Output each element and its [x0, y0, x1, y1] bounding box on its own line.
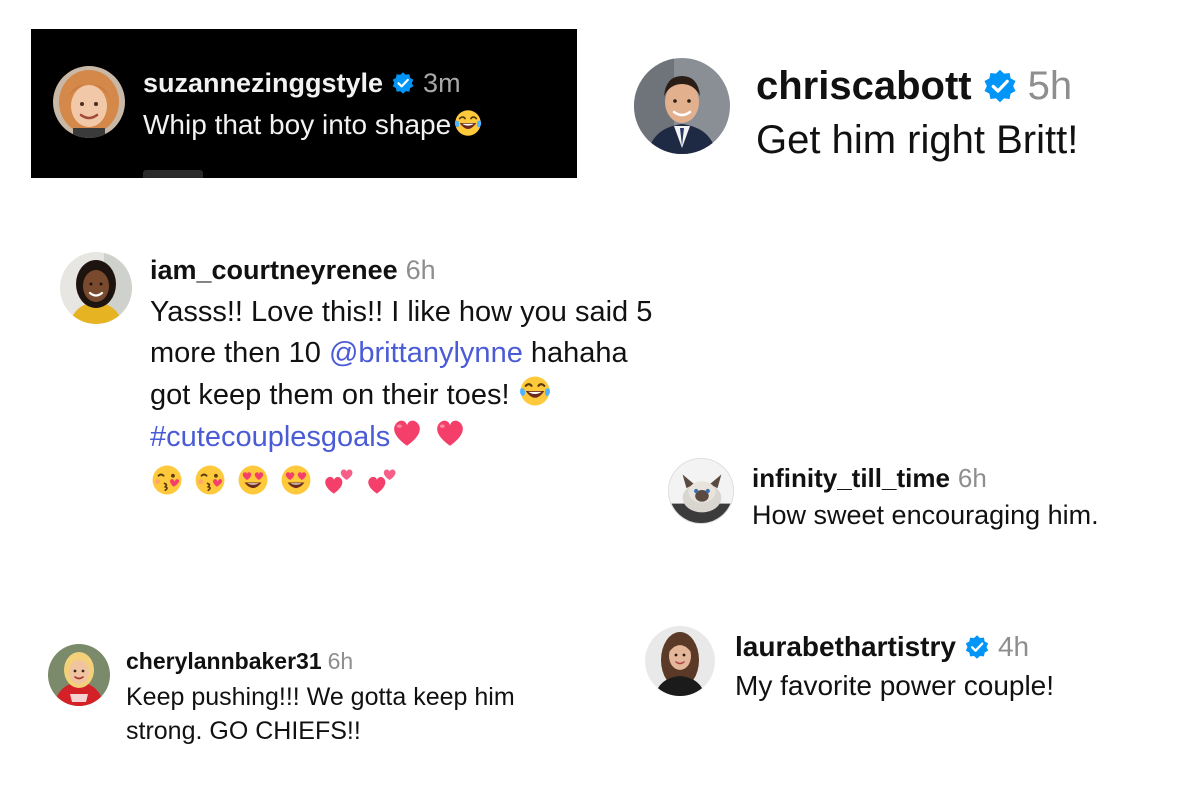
comment-text: Keep pushing!!! We gotta keep him strong…: [126, 683, 515, 745]
heart-icon: [390, 416, 424, 450]
laughing-tears-icon: [518, 374, 552, 408]
two-hearts-icon: [322, 463, 356, 497]
timestamp[interactable]: 3m: [423, 68, 461, 99]
heart-eyes-icon: [236, 463, 270, 497]
reply-link-faded: [143, 170, 203, 178]
comment-cherylannbaker31: cherylannbaker31 6h Keep pushing!!! We g…: [48, 644, 566, 748]
comment-laurabethartistry: laurabethartistry 4h My favorite power c…: [645, 626, 1054, 702]
comment-text: How sweet encouraging him.: [752, 500, 1099, 530]
avatar[interactable]: [645, 626, 715, 696]
comment-chriscabott: chriscabott 5h Get him right Britt!: [634, 58, 1078, 163]
username[interactable]: infinity_till_time: [752, 463, 950, 494]
profile-photo-icon: [634, 58, 730, 154]
dark-comment-card: suzannezinggstyle 3m Whip that boy into …: [31, 29, 577, 178]
two-hearts-icon: [365, 463, 399, 497]
avatar[interactable]: [634, 58, 730, 154]
heart-icon: [433, 416, 467, 450]
avatar[interactable]: [60, 252, 132, 324]
kissing-face-icon: [193, 463, 227, 497]
avatar[interactable]: [53, 66, 125, 138]
profile-photo-icon: [48, 644, 110, 706]
profile-photo-icon: [53, 66, 125, 138]
timestamp[interactable]: 4h: [998, 631, 1029, 663]
comment-infinity-till-time: infinity_till_time 6h How sweet encourag…: [668, 458, 1099, 531]
laughing-tears-icon: [453, 108, 483, 138]
username[interactable]: iam_courtneyrenee: [150, 255, 398, 286]
avatar[interactable]: [48, 644, 110, 706]
username[interactable]: cherylannbaker31: [126, 648, 322, 675]
comment-text: My favorite power couple!: [735, 670, 1055, 701]
mention-link[interactable]: @brittanylynne: [329, 337, 523, 369]
timestamp[interactable]: 6h: [958, 463, 987, 494]
heart-eyes-icon: [279, 463, 313, 497]
username[interactable]: laurabethartistry: [735, 631, 956, 663]
username[interactable]: suzannezinggstyle: [143, 68, 383, 99]
timestamp[interactable]: 6h: [328, 648, 354, 675]
profile-photo-icon: [645, 626, 715, 696]
comment-text: Yasss!! Love this!! I like how you said …: [150, 292, 670, 500]
emoji-row: [150, 460, 670, 500]
profile-photo-icon: [669, 459, 733, 523]
username[interactable]: chriscabott: [756, 64, 972, 109]
avatar[interactable]: [668, 458, 734, 524]
verified-badge-icon: [964, 634, 990, 660]
timestamp[interactable]: 5h: [1028, 64, 1073, 109]
timestamp[interactable]: 6h: [406, 255, 436, 286]
verified-badge-icon: [391, 71, 415, 95]
comment-suzannezinggstyle: suzannezinggstyle 3m Whip that boy into …: [53, 66, 483, 141]
comment-text: Whip that boy into shape: [143, 108, 483, 141]
kissing-face-icon: [150, 463, 184, 497]
profile-photo-icon: [60, 252, 132, 324]
hashtag-link[interactable]: #cutecouplesgoals: [150, 421, 390, 453]
comment-iam-courtneyrenee: iam_courtneyrenee 6h Yasss!! Love this!!…: [60, 252, 670, 500]
verified-badge-icon: [982, 68, 1018, 104]
comment-text: Get him right Britt!: [756, 118, 1079, 162]
comment-text-content: Whip that boy into shape: [143, 109, 452, 140]
